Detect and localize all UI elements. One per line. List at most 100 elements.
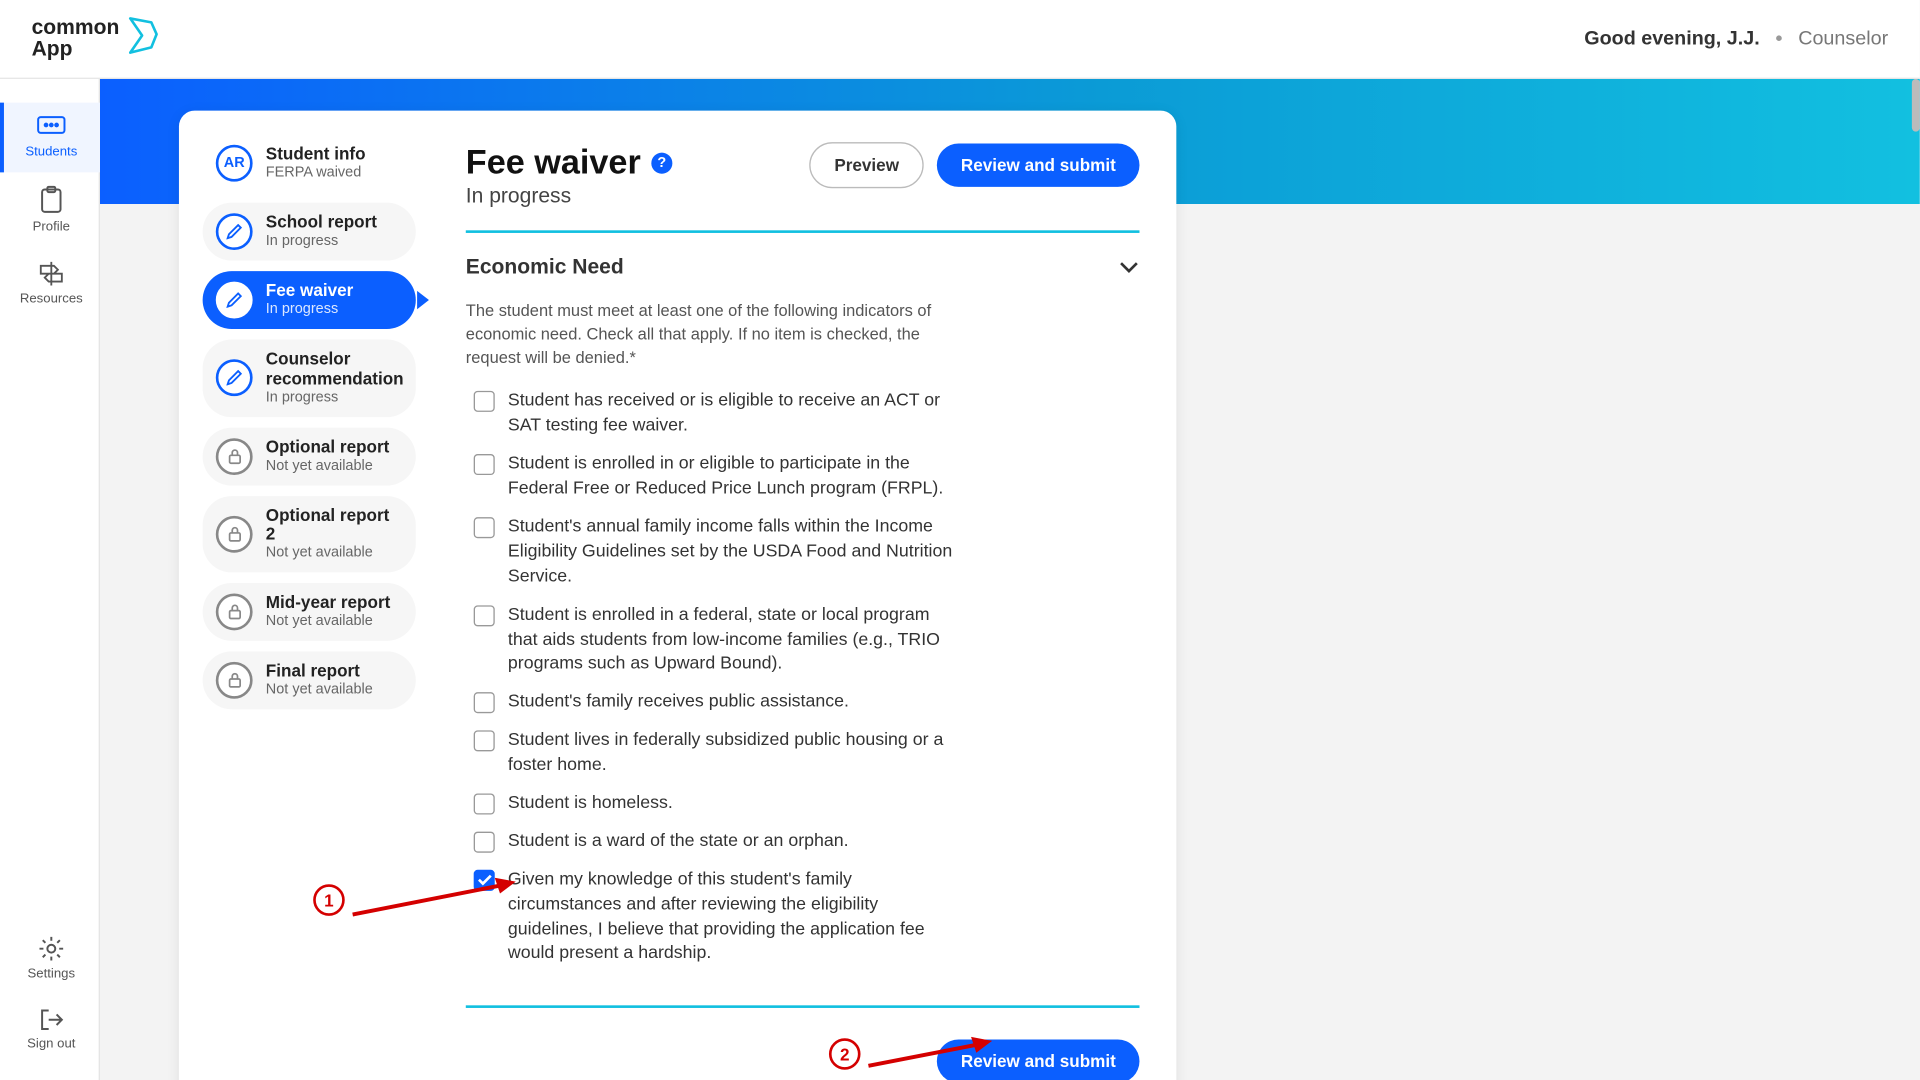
checkbox[interactable]	[474, 692, 495, 713]
step-title: School report	[266, 213, 377, 233]
nav-bottom-group: Settings Sign out	[0, 922, 99, 1064]
nav-students-label: Students	[25, 145, 77, 159]
page-title: Fee waiver	[466, 142, 641, 183]
step-final-report[interactable]: Final report Not yet available	[203, 651, 416, 709]
brand-logo[interactable]: common App	[32, 16, 162, 62]
greeting-text: Good evening, J.J.	[1584, 28, 1759, 50]
check-label: Student's family receives public assista…	[508, 690, 849, 715]
step-optional-report-2[interactable]: Optional report 2 Not yet available	[203, 495, 416, 572]
preview-button[interactable]: Preview	[809, 142, 924, 188]
check-label: Given my knowledge of this student's fam…	[508, 867, 955, 966]
section-instructions: The student must meet at least one of th…	[466, 299, 953, 371]
section-title: Economic Need	[466, 257, 624, 281]
checkbox[interactable]	[474, 730, 495, 751]
footer-actions: Review and submit	[466, 1039, 1140, 1080]
nav-settings-label: Settings	[28, 967, 76, 981]
step-title: Fee waiver	[266, 282, 354, 302]
step-title: Optional report	[266, 438, 390, 458]
check-label: Student's annual family income falls wit…	[508, 514, 955, 589]
step-counselor-recommendation[interactable]: Counselor recommendation In progress	[203, 339, 416, 416]
check-label: Student is a ward of the state or an orp…	[508, 829, 849, 854]
checkbox-checked[interactable]	[474, 869, 495, 890]
pencil-icon	[216, 360, 253, 397]
step-optional-report[interactable]: Optional report Not yet available	[203, 427, 416, 485]
step-fee-waiver[interactable]: Fee waiver In progress	[203, 271, 416, 329]
active-step-caret-icon	[417, 291, 429, 309]
step-status: Not yet available	[266, 682, 373, 699]
check-frpl[interactable]: Student is enrolled in or eligible to pa…	[474, 452, 1140, 502]
nav-settings[interactable]: Settings	[0, 922, 99, 994]
nav-signout[interactable]: Sign out	[0, 995, 99, 1065]
student-card: AR Student info FERPA waived School repo…	[179, 111, 1176, 1080]
checkbox[interactable]	[474, 605, 495, 626]
header-user-area: Good evening, J.J. • Counselor	[1584, 28, 1888, 50]
check-label: Student is homeless.	[508, 791, 673, 816]
step-info: Fee waiver In progress	[266, 282, 354, 318]
review-submit-button-top[interactable]: Review and submit	[937, 143, 1139, 186]
step-info: Counselor recommendation In progress	[266, 350, 404, 406]
check-federal-state-local-program[interactable]: Student is enrolled in a federal, state …	[474, 602, 1140, 677]
page-subtitle: In progress	[466, 186, 673, 210]
checkbox[interactable]	[474, 517, 495, 538]
step-status: In progress	[266, 233, 377, 250]
check-label: Student has received or is eligible to r…	[508, 389, 955, 439]
checkbox[interactable]	[474, 391, 495, 412]
step-info: Mid-year report Not yet available	[266, 594, 391, 630]
panel-header: Fee waiver ? In progress Preview Review …	[466, 142, 1140, 209]
check-homeless[interactable]: Student is homeless.	[474, 791, 1140, 816]
pencil-icon	[216, 282, 253, 319]
lock-icon	[216, 662, 253, 699]
step-info: Optional report Not yet available	[266, 438, 390, 474]
check-act-sat-waiver[interactable]: Student has received or is eligible to r…	[474, 389, 1140, 439]
nav-students[interactable]: Students	[0, 103, 99, 173]
step-status: Not yet available	[266, 545, 403, 562]
check-ward-orphan[interactable]: Student is a ward of the state or an orp…	[474, 829, 1140, 854]
check-hardship-belief[interactable]: Given my knowledge of this student's fam…	[474, 867, 1140, 966]
nav-profile[interactable]: Profile	[0, 172, 99, 247]
step-title: Final report	[266, 662, 373, 682]
brand-text: common App	[32, 19, 120, 59]
step-status: Not yet available	[266, 457, 390, 474]
bottom-divider	[466, 1006, 1140, 1008]
review-submit-button-bottom[interactable]: Review and submit	[937, 1039, 1139, 1080]
clipboard-icon	[39, 186, 63, 215]
step-status: FERPA waived	[266, 165, 366, 182]
chevron-down-icon	[1118, 257, 1139, 281]
panel-actions: Preview Review and submit	[809, 142, 1139, 188]
check-label: Student is enrolled in a federal, state …	[508, 602, 955, 677]
signout-icon	[38, 1008, 64, 1032]
section-economic-need-header[interactable]: Economic Need	[466, 257, 1140, 281]
step-info: Optional report 2 Not yet available	[266, 506, 403, 562]
check-subsidized-housing[interactable]: Student lives in federally subsidized pu…	[474, 728, 1140, 778]
check-income-eligibility[interactable]: Student's annual family income falls wit…	[474, 514, 1140, 589]
panel-title-block: Fee waiver ? In progress	[466, 142, 673, 209]
nav-resources-label: Resources	[20, 292, 83, 306]
step-mid-year-report[interactable]: Mid-year report Not yet available	[203, 583, 416, 641]
step-status: In progress	[266, 302, 354, 319]
nav-profile-label: Profile	[33, 220, 70, 234]
economic-need-checklist: Student has received or is eligible to r…	[466, 389, 1140, 967]
checkbox[interactable]	[474, 454, 495, 475]
lock-icon	[216, 515, 253, 552]
form-panel: Fee waiver ? In progress Preview Review …	[429, 111, 1176, 1080]
title-divider	[466, 230, 1140, 233]
nav-signout-label: Sign out	[27, 1037, 75, 1051]
scrollbar-thumb[interactable]	[1912, 79, 1920, 132]
checkbox[interactable]	[474, 793, 495, 814]
check-public-assistance[interactable]: Student's family receives public assista…	[474, 690, 1140, 715]
step-status: In progress	[266, 389, 404, 406]
step-school-report[interactable]: School report In progress	[203, 203, 416, 261]
step-title: Student info	[266, 145, 366, 165]
step-student-info[interactable]: AR Student info FERPA waived	[203, 134, 416, 192]
gear-icon	[38, 936, 64, 962]
checkbox[interactable]	[474, 831, 495, 852]
help-icon[interactable]: ?	[651, 152, 672, 173]
step-title: Mid-year report	[266, 594, 391, 614]
step-title: Counselor recommendation	[266, 350, 404, 389]
check-label: Student is enrolled in or eligible to pa…	[508, 452, 955, 502]
signpost-icon	[37, 261, 66, 287]
nav-resources[interactable]: Resources	[0, 247, 99, 319]
brand-mark-icon	[125, 16, 162, 62]
user-role[interactable]: Counselor	[1798, 28, 1888, 50]
step-info: Final report Not yet available	[266, 662, 373, 698]
